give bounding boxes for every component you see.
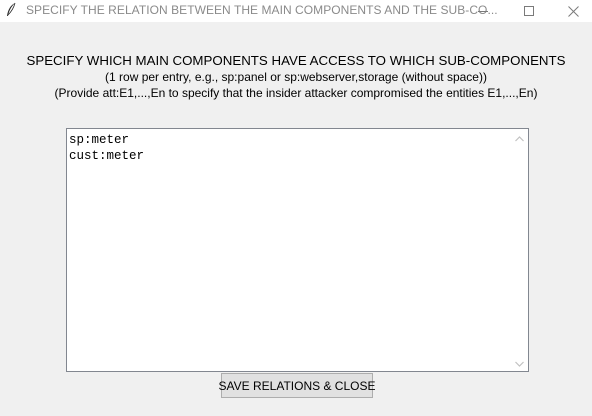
- save-relations-button[interactable]: SAVE RELATIONS & CLOSE: [219, 373, 375, 398]
- chevron-down-icon: [515, 354, 524, 372]
- dialog-window: SPECIFY THE RELATION BETWEEN THE MAIN CO…: [0, 0, 592, 416]
- title-bar[interactable]: SPECIFY THE RELATION BETWEEN THE MAIN CO…: [0, 0, 592, 22]
- instructions-heading: SPECIFY WHICH MAIN COMPONENTS HAVE ACCES…: [26, 53, 566, 68]
- minimize-icon: [478, 6, 488, 16]
- chevron-up-icon: [515, 129, 524, 147]
- scroll-up-button[interactable]: [511, 129, 528, 146]
- instructions-line-2: (Provide att:E1,...,En to specify that t…: [54, 86, 538, 100]
- minimize-button[interactable]: [460, 0, 506, 22]
- close-button[interactable]: [550, 0, 592, 22]
- maximize-icon: [524, 6, 534, 16]
- feather-icon: [4, 2, 18, 18]
- relations-textarea[interactable]: sp:meter cust:meter: [66, 128, 529, 372]
- close-icon: [567, 5, 579, 17]
- instructions: SPECIFY WHICH MAIN COMPONENTS HAVE ACCES…: [0, 53, 592, 101]
- vertical-scrollbar[interactable]: [511, 129, 528, 371]
- window-title: SPECIFY THE RELATION BETWEEN THE MAIN CO…: [26, 3, 498, 17]
- relations-text[interactable]: sp:meter cust:meter: [69, 132, 509, 164]
- maximize-button[interactable]: [506, 0, 552, 22]
- instructions-line-1: (1 row per entry, e.g., sp:panel or sp:w…: [105, 70, 487, 84]
- scroll-down-button[interactable]: [511, 354, 528, 371]
